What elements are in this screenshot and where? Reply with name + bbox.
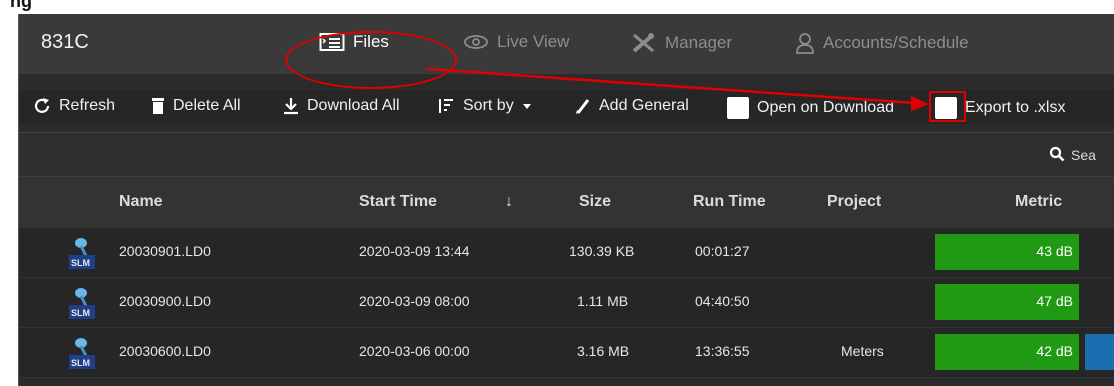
sort-by-label: Sort by: [463, 97, 514, 114]
table-header: Name Start Time ↓ Size Run Time Project …: [19, 176, 1114, 228]
download-icon: [283, 97, 299, 115]
file-name: 20030600.LD0: [119, 343, 211, 359]
file-size: 1.11 MB: [577, 293, 629, 309]
open-on-download-option[interactable]: Open on Download: [727, 97, 894, 119]
file-size: 130.39 KB: [569, 243, 635, 259]
search-input[interactable]: Sea: [1049, 141, 1114, 169]
file-name: 20030901.LD0: [119, 243, 211, 259]
slm-label: SLM: [71, 258, 90, 268]
run-time: 13:36:55: [695, 343, 750, 359]
tab-live-view-label: Live View: [497, 32, 570, 51]
column-header-metric[interactable]: Metric: [1015, 193, 1062, 211]
trash-icon: [151, 97, 165, 115]
start-time: 2020-03-09 08:00: [359, 293, 470, 309]
download-all-label: Download All: [307, 97, 400, 114]
metric-bar: 47 dB: [935, 284, 1079, 320]
device-name: 831C: [41, 31, 89, 53]
tab-manager-label: Manager: [665, 33, 733, 52]
sort-by-dropdown[interactable]: Sort by: [437, 97, 532, 115]
annotation-ellipse: [285, 31, 457, 89]
metric-value: 47 dB: [1036, 293, 1073, 309]
project: Meters: [841, 343, 884, 359]
file-size: 3.16 MB: [577, 343, 630, 359]
search-icon: [1049, 146, 1065, 165]
start-time: 2020-03-06 00:00: [359, 343, 470, 359]
metric-bar-secondary: [1085, 334, 1114, 370]
search-placeholder: Sea: [1071, 147, 1096, 163]
eye-icon: [463, 34, 489, 50]
run-time: 04:40:50: [695, 293, 750, 309]
table-row[interactable]: SLM 20030901.LD0 2020-03-09 13:44 130.39…: [19, 228, 1114, 278]
metric-value: 43 dB: [1036, 243, 1073, 259]
metric-bar: 43 dB: [935, 234, 1079, 270]
tools-icon: [631, 32, 657, 54]
sort-arrow-icon: ↓: [505, 193, 513, 210]
refresh-icon: [33, 97, 51, 115]
tab-accounts-schedule[interactable]: Accounts/Schedule: [795, 32, 969, 54]
metric-bar: 42 dB: [935, 334, 1079, 370]
add-general-button[interactable]: Add General: [575, 97, 689, 115]
sort-icon: [437, 97, 455, 115]
column-header-project[interactable]: Project: [827, 193, 881, 211]
export-xlsx-label: Export to .xlsx: [965, 99, 1066, 116]
delete-all-button[interactable]: Delete All: [151, 97, 241, 115]
annotation-box: [929, 91, 966, 122]
user-icon: [795, 32, 815, 54]
start-time: 2020-03-09 13:44: [359, 243, 470, 259]
metric-value: 42 dB: [1036, 343, 1073, 359]
refresh-label: Refresh: [59, 97, 116, 114]
column-header-start-time[interactable]: Start Time: [359, 193, 437, 211]
caret-down-icon: [522, 102, 532, 110]
slm-label: SLM: [71, 308, 90, 318]
pencil-icon: [575, 97, 591, 115]
run-time: 00:01:27: [695, 243, 750, 259]
file-name: 20030900.LD0: [119, 293, 211, 309]
open-on-download-label: Open on Download: [757, 99, 894, 116]
cropped-heading-fragment: ng: [0, 0, 1114, 14]
search-row: Sea: [19, 132, 1114, 176]
column-header-name[interactable]: Name: [119, 193, 163, 211]
open-on-download-checkbox[interactable]: [727, 97, 749, 119]
table-row[interactable]: SLM 20030900.LD0 2020-03-09 08:00 1.11 M…: [19, 278, 1114, 328]
tab-accounts-label: Accounts/Schedule: [823, 33, 969, 52]
tab-live-view[interactable]: Live View: [463, 32, 569, 52]
app-window: 831C Files Live View Manager Accounts/Sc…: [18, 14, 1114, 386]
top-nav-bar: 831C Files Live View Manager Accounts/Sc…: [19, 14, 1114, 74]
download-all-button[interactable]: Download All: [283, 97, 400, 115]
table-row[interactable]: SLM 20030600.LD0 2020-03-06 00:00 3.16 M…: [19, 328, 1114, 378]
refresh-button[interactable]: Refresh: [33, 97, 115, 115]
delete-all-label: Delete All: [173, 97, 241, 114]
tab-manager[interactable]: Manager: [631, 32, 732, 54]
slm-label: SLM: [71, 358, 90, 368]
column-header-size[interactable]: Size: [579, 193, 611, 211]
add-general-label: Add General: [599, 97, 689, 114]
column-header-run-time[interactable]: Run Time: [693, 193, 766, 211]
